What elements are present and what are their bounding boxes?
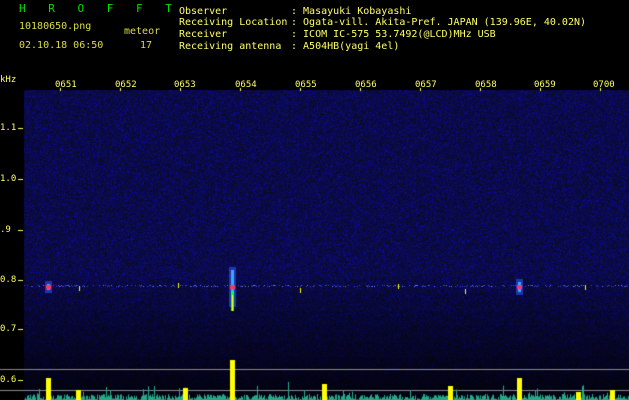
y-tick-label: .9 (0, 225, 11, 235)
y-tick-label: 1.0 (0, 174, 17, 184)
y-tick-label: 0.6 (0, 375, 17, 385)
antenna-value: : A504HB(yagi 4el) (291, 41, 400, 52)
meteor-label: meteor (124, 26, 161, 37)
y-axis-unit: kHz (0, 75, 17, 85)
y-tick-label: 0.7 (0, 324, 17, 334)
antenna-label: Receiving antenna (179, 41, 282, 52)
x-tick-label: 0700 (593, 80, 615, 90)
y-tick-label: 0.8 (0, 275, 17, 285)
observer-value: : Masayuki Kobayashi (291, 6, 412, 17)
x-tick-label: 0658 (475, 80, 497, 90)
x-tick-label: 0651 (55, 80, 77, 90)
location-label: Receiving Location (179, 17, 288, 28)
datetime: 02.10.18 06:50 (19, 40, 104, 51)
x-tick-label: 0653 (174, 80, 196, 90)
spectrogram (0, 0, 629, 400)
meteor-count: 17 (140, 40, 153, 51)
receiver-label: Receiver (179, 29, 228, 40)
x-tick-label: 0656 (355, 80, 377, 90)
x-tick-label: 0652 (115, 80, 137, 90)
app-logo: H R O F F T (19, 2, 180, 15)
observer-label: Observer (179, 6, 228, 17)
x-tick-label: 0659 (534, 80, 556, 90)
x-tick-label: 0657 (415, 80, 437, 90)
x-tick-label: 0654 (235, 80, 257, 90)
x-tick-label: 0655 (295, 80, 317, 90)
y-tick-label: 1.1 (0, 123, 17, 133)
location-value: : Ogata-vill. Akita-Pref. JAPAN (139.96E… (291, 17, 587, 28)
receiver-value: : ICOM IC-575 53.7492(@LCD)MHz USB (291, 29, 496, 40)
filename: 10180650.png (19, 21, 92, 32)
